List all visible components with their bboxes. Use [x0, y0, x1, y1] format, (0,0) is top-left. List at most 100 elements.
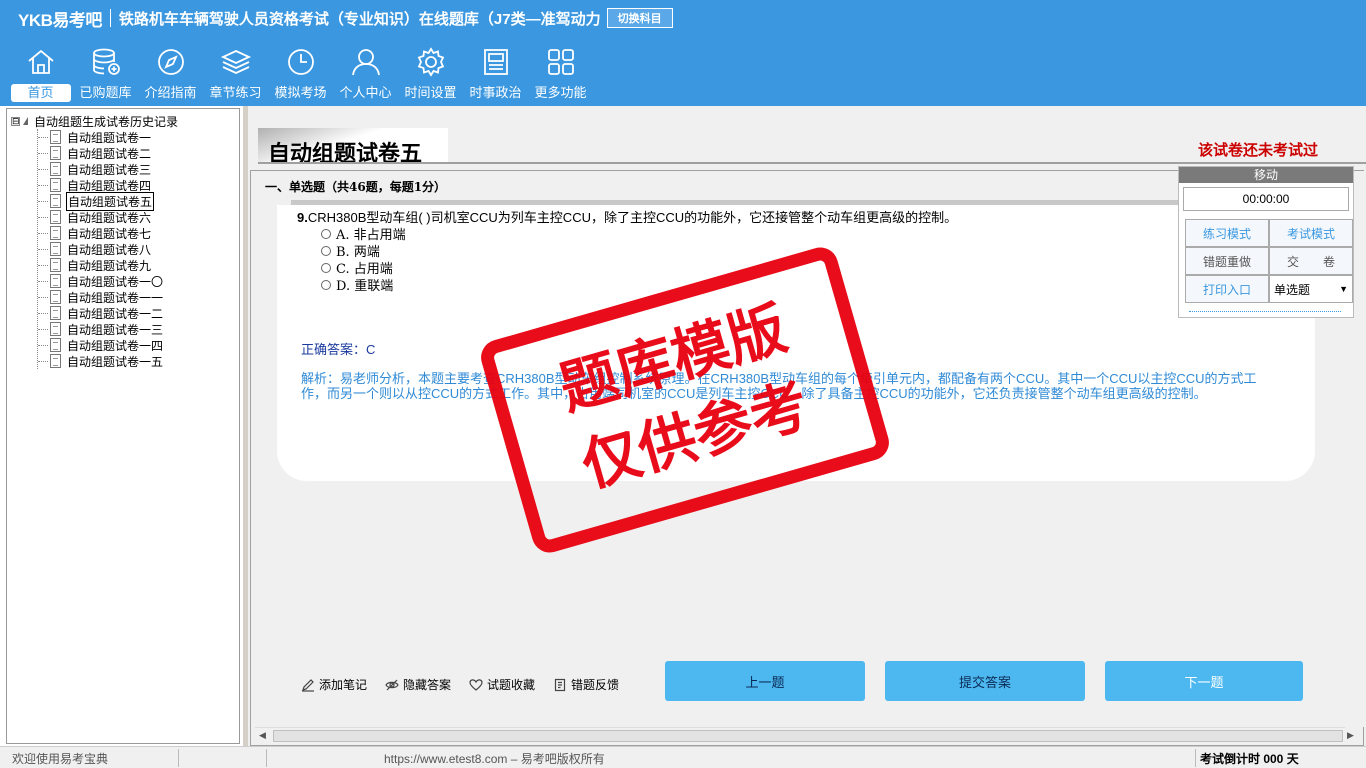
status-bar: 欢迎使用易考宝典 https://www.etest8.com – 易考吧版权所… — [0, 746, 1366, 768]
scroll-right-icon[interactable]: ▶ — [1347, 730, 1354, 741]
eye-icon — [385, 679, 399, 690]
tree-item-label: 自动组题试卷一五 — [67, 354, 164, 369]
nav-time-settings[interactable]: 时间设置 — [398, 46, 463, 104]
nav-personal-center[interactable]: 个人中心 — [333, 46, 398, 104]
document-icon — [50, 210, 61, 224]
tree-item[interactable]: 自动组题试卷八 — [38, 241, 164, 257]
clock-icon — [287, 49, 314, 75]
print-button[interactable]: 打印入口 — [1185, 275, 1269, 303]
tree-root[interactable]: ⊟ 自动组题生成试卷历史记录 — [11, 113, 178, 129]
scroll-thumb[interactable] — [273, 730, 1343, 742]
horizontal-scrollbar[interactable]: ◀ ▶ — [255, 727, 1354, 743]
nav-current-affairs[interactable]: 时事政治 — [463, 46, 528, 104]
grid-icon — [547, 49, 574, 75]
scroll-left-icon[interactable]: ◀ — [259, 730, 266, 741]
document-icon — [50, 146, 61, 160]
history-tree: ⊟ 自动组题生成试卷历史记录 自动组题试卷一 自动组题试卷二 自动组题试卷三 自动组题… — [6, 108, 240, 744]
question-tools: 添加笔记 隐藏答案 试题收藏 错题反馈 — [301, 676, 637, 693]
prev-question-button[interactable]: 上一题 — [665, 661, 865, 701]
tree-root-label: 自动组题生成试卷历史记录 — [34, 114, 179, 129]
favorite-tool[interactable]: 试题收藏 — [469, 676, 535, 693]
tree-item[interactable]: 自动组题试卷一二 — [38, 305, 164, 321]
hand-in-button[interactable]: 交 卷 — [1269, 247, 1353, 275]
folder-triangle-icon — [23, 117, 28, 125]
option-list: A. 非占用端 B. 两端 C. 占用端 D. 重联端 — [321, 225, 406, 294]
brand-logo: YKB易考吧 — [18, 10, 102, 30]
nav-home[interactable]: 首页 — [8, 46, 73, 104]
nav-mock-exam[interactable]: 模拟考场 — [268, 46, 333, 104]
tool-label: 试题收藏 — [487, 678, 536, 692]
report-icon — [554, 678, 566, 691]
nav-chapter-practice[interactable]: 章节练习 — [203, 46, 268, 104]
header-divider — [258, 162, 1366, 164]
tree-item[interactable]: 自动组题试卷一四 — [38, 337, 164, 353]
document-icon — [50, 258, 61, 272]
question-type-select[interactable]: 单选题 ▼ — [1269, 275, 1353, 303]
option-b[interactable]: B. 两端 — [321, 242, 406, 260]
select-value: 单选题 — [1274, 282, 1311, 297]
exam-mode-button[interactable]: 考试模式 — [1269, 219, 1353, 247]
nav-label: 首页 — [10, 84, 71, 102]
dropdown-arrow-icon[interactable]: ▼ — [1339, 284, 1348, 294]
practice-mode-button[interactable]: 练习模式 — [1185, 219, 1269, 247]
move-handle[interactable]: 移动 — [1179, 167, 1353, 183]
hide-answer-tool[interactable]: 隐藏答案 — [385, 676, 451, 693]
document-icon — [50, 338, 61, 352]
nav-purchased[interactable]: 已购题库 — [73, 46, 138, 104]
status-divider — [178, 749, 179, 767]
app-header: YKB易考吧 铁路机车车辆驾驶人员资格考试（专业知识）在线题库（J7类—准驾动力… — [0, 0, 1366, 106]
switch-subject-button[interactable]: 切换科目 — [606, 8, 673, 28]
exam-status-text: 该试卷还未考试过 — [1198, 141, 1319, 159]
tree-item[interactable]: 自动组题试卷三 — [38, 161, 164, 177]
tree-item-label: 自动组题试卷三 — [67, 162, 152, 177]
submit-answer-button[interactable]: 提交答案 — [885, 661, 1085, 701]
tool-label: 隐藏答案 — [403, 678, 452, 692]
exam-timer: 00:00:00 — [1183, 187, 1349, 211]
paper-header: 自动组题试卷五 — [258, 128, 1366, 167]
tool-label: 错题反馈 — [571, 678, 620, 692]
tree-item[interactable]: 自动组题试卷一三 — [38, 321, 164, 337]
control-buttons: 练习模式 考试模式 错题重做 交 卷 打印入口 单选题 ▼ — [1185, 219, 1353, 303]
redo-wrong-button[interactable]: 错题重做 — [1185, 247, 1269, 275]
tree-item[interactable]: 自动组题试卷二 — [38, 145, 164, 161]
option-a[interactable]: A. 非占用端 — [321, 225, 406, 243]
radio-button[interactable] — [321, 245, 331, 256]
tree-item[interactable]: 自动组题试卷一一 — [38, 289, 164, 305]
add-note-tool[interactable]: 添加笔记 — [301, 676, 367, 693]
tree-item[interactable]: 自动组题试卷一五 — [38, 353, 164, 369]
correct-answer: 正确答案：C — [301, 342, 376, 357]
tree-item[interactable]: 自动组题试卷五 — [38, 191, 164, 211]
document-icon — [50, 322, 61, 336]
feedback-tool[interactable]: 错题反馈 — [553, 676, 619, 693]
tree-item[interactable]: 自动组题试卷七 — [38, 225, 164, 241]
nav-label: 介绍指南 — [144, 85, 197, 100]
exam-control-panel: 移动 00:00:00 练习模式 考试模式 错题重做 交 卷 打印入口 单选题 … — [1178, 166, 1354, 318]
radio-button[interactable] — [321, 228, 331, 239]
user-icon — [351, 49, 380, 76]
collapse-icon[interactable]: ⊟ — [11, 116, 20, 126]
option-d[interactable]: D. 重联端 — [321, 276, 406, 294]
nav-label: 个人中心 — [339, 85, 392, 100]
exam-title: 铁路机车车辆驾驶人员资格考试（专业知识）在线题库（J7类—准驾动力 — [118, 10, 601, 28]
option-c[interactable]: C. 占用端 — [321, 259, 406, 277]
nav-more-features[interactable]: 更多功能 — [528, 46, 593, 104]
nav-label: 时事政治 — [469, 85, 522, 100]
nav-guide[interactable]: 介绍指南 — [138, 46, 203, 104]
tree-item[interactable]: 自动组题试卷九 — [38, 257, 164, 273]
tree-item[interactable]: 自动组题试卷一〇 — [38, 273, 164, 289]
database-icon — [92, 48, 120, 75]
nav-label: 时间设置 — [404, 85, 457, 100]
radio-button[interactable] — [321, 279, 331, 290]
tree-item[interactable]: 自动组题试卷一 — [38, 129, 164, 145]
document-icon — [50, 130, 61, 144]
tree-item[interactable]: 自动组题试卷六 — [38, 209, 164, 225]
document-icon — [50, 194, 61, 208]
radio-button[interactable] — [321, 262, 331, 273]
tree-item-label: 自动组题试卷一一 — [67, 290, 164, 305]
tool-label: 添加笔记 — [319, 678, 368, 692]
title-row: YKB易考吧 铁路机车车辆驾驶人员资格考试（专业知识）在线题库（J7类—准驾动力… — [0, 0, 673, 36]
tree-item-label: 自动组题试卷一三 — [67, 322, 164, 337]
document-icon — [50, 226, 61, 240]
tree-item-label: 自动组题试卷一〇 — [67, 274, 164, 289]
next-question-button[interactable]: 下一题 — [1105, 661, 1303, 701]
